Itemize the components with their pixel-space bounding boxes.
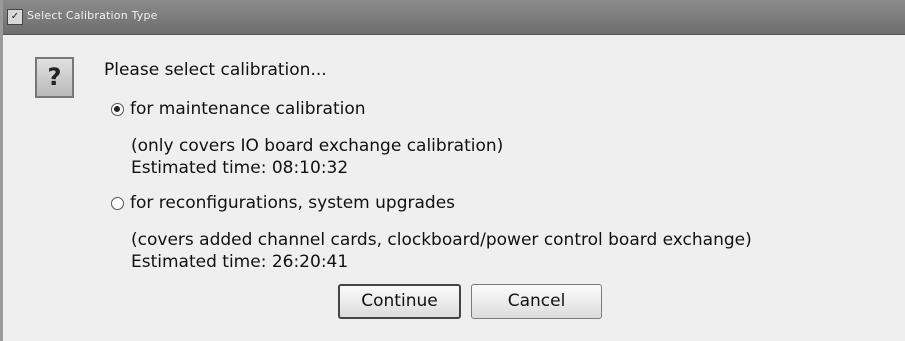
estimated-time: Estimated time: 08:10:32 xyxy=(131,158,349,178)
radio-reconfigurations-upgrades[interactable]: for reconfigurations, system upgrades xyxy=(111,193,455,213)
continue-button[interactable]: Continue xyxy=(338,284,461,319)
option-description: (covers added channel cards, clockboard/… xyxy=(131,230,752,250)
radio-label: for maintenance calibration xyxy=(130,99,366,119)
radio-button-selected[interactable] xyxy=(111,102,124,116)
option-description: (only covers IO board exchange calibrati… xyxy=(131,136,504,156)
radio-button-unselected[interactable] xyxy=(111,196,124,210)
window-title: Select Calibration Type xyxy=(27,9,158,22)
window-menu-icon[interactable]: ✓ xyxy=(7,9,23,25)
prompt-text: Please select calibration... xyxy=(104,60,327,80)
radio-maintenance-calibration[interactable]: for maintenance calibration xyxy=(111,99,366,119)
title-bar[interactable]: ✓ Select Calibration Type xyxy=(3,0,905,35)
estimated-time: Estimated time: 26:20:41 xyxy=(131,252,349,272)
question-icon: ? xyxy=(35,57,74,98)
calibration-dialog: ✓ Select Calibration Type ? Please selec… xyxy=(0,0,905,341)
cancel-button[interactable]: Cancel xyxy=(471,284,602,319)
radio-label: for reconfigurations, system upgrades xyxy=(130,193,456,213)
